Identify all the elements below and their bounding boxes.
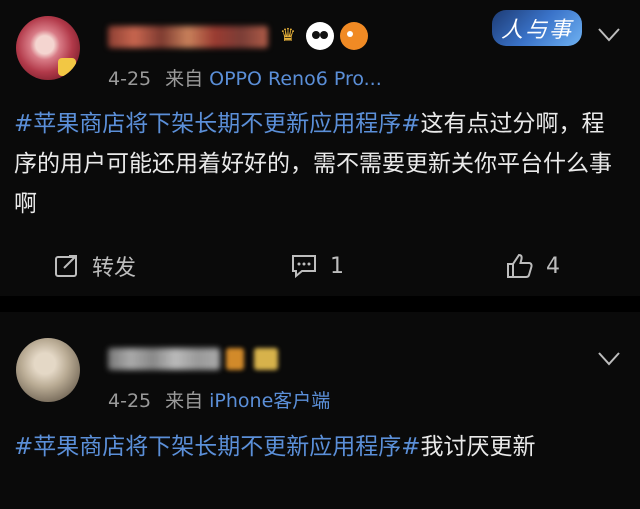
username-blurred[interactable] [108,348,220,370]
panda-icon [306,22,334,50]
thumbs-up-icon [507,253,533,278]
post-card: 4-25 来自 iPhone客户端 #苹果商店将下架长期不更新应用程序#我讨厌更新 [0,312,640,509]
topic-logo[interactable]: 人与事 [492,10,582,46]
repost-icon [55,255,77,277]
post-text: #苹果商店将下架长期不更新应用程序#这有点过分啊，程序的用户可能还用着好好的，需… [14,104,626,224]
repost-label: 转发 [92,256,137,281]
post-meta: 4-25 来自 iPhone客户端 [108,386,330,413]
comment-icon [292,255,316,278]
hashtag-link[interactable]: #苹果商店将下架长期不更新应用程序# [14,434,421,460]
repost-button[interactable]: 转发 [54,244,136,288]
hashtag-link[interactable]: #苹果商店将下架长期不更新应用程序# [14,111,421,137]
post-date: 4-25 [108,390,152,412]
avatar[interactable] [16,16,80,80]
fish-icon [340,22,368,50]
device-source[interactable]: iPhone客户端 [209,390,330,412]
crown-icon: ♛ [279,25,297,46]
device-source[interactable]: OPPO Reno6 Pro... [209,68,382,90]
source-label: 来自 [165,390,204,412]
post-text: #苹果商店将下架长期不更新应用程序#我讨厌更新 [14,427,626,467]
badge-icon [226,348,244,370]
comment-button[interactable]: 1 [290,244,344,288]
like-button[interactable]: 4 [506,244,560,288]
post-card: ♛ 人与事 4-25 来自 OPPO Reno6 Pro... #苹果商店将下架长期… [0,0,640,296]
chevron-down-icon[interactable] [598,28,620,42]
chevron-down-icon[interactable] [598,352,620,366]
post-body: 我讨厌更新 [420,434,536,460]
avatar[interactable] [16,338,80,402]
source-label: 来自 [165,68,204,90]
like-count: 4 [546,253,560,279]
action-bar: 转发 1 4 [0,244,640,288]
post-divider [0,296,640,312]
comment-count: 1 [330,253,344,279]
verified-badge-icon [58,58,76,76]
badge-icon [254,348,278,370]
post-meta: 4-25 来自 OPPO Reno6 Pro... [108,64,382,91]
post-date: 4-25 [108,68,152,90]
username-blurred[interactable] [108,26,268,48]
